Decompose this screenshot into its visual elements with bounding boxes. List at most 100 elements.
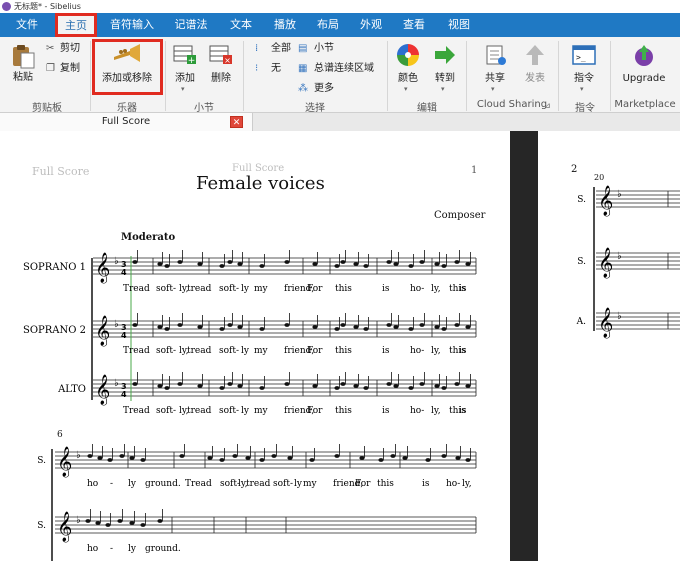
- score-page-2[interactable]: 2 20 𝄞 ♭ S. 𝄞 ♭ S. 𝄞 ♭ A.: [538, 131, 680, 561]
- tab-2[interactable]: 音符输入: [103, 13, 161, 37]
- commands-label: 指令: [574, 73, 594, 84]
- cloud-sharing-group-label: Cloud Sharing: [476, 99, 548, 110]
- select-system-passage-button[interactable]: ▦ 总谱连续区域: [298, 63, 380, 77]
- paste-button[interactable]: 粘贴: [6, 41, 40, 89]
- note-head: [334, 327, 340, 331]
- tab-6[interactable]: 布局: [309, 13, 347, 37]
- separator: [90, 41, 91, 111]
- title-bar: 无标题* - Sibelius: [0, 0, 680, 13]
- lyric: tread: [187, 406, 212, 416]
- goto-button[interactable]: 转到 ▾: [428, 41, 462, 97]
- publish-button[interactable]: 发表: [518, 41, 552, 89]
- lyric: this: [377, 479, 394, 489]
- note-head: [454, 382, 460, 386]
- add-bar-button[interactable]: + 添加 ▾: [169, 41, 201, 97]
- treble-clef: 𝄞: [95, 252, 110, 284]
- note-head: [390, 454, 396, 458]
- note-head: [465, 384, 471, 388]
- commands-button[interactable]: >_ 指令 ▾: [566, 41, 602, 97]
- upgrade-button[interactable]: Upgrade: [616, 41, 672, 91]
- marketplace-group-label: Marketplace: [614, 99, 676, 110]
- note-head: [465, 262, 471, 266]
- lyric: is: [459, 406, 467, 416]
- lyric: soft-: [219, 406, 239, 416]
- treble-clef: 𝄞: [598, 307, 613, 339]
- close-tab-button[interactable]: ✕: [230, 116, 243, 128]
- note-head: [334, 454, 340, 458]
- note-head: [157, 519, 163, 523]
- note-head: [419, 323, 425, 327]
- sibelius-logo-icon: [2, 2, 11, 11]
- lyric: soft-: [156, 346, 176, 356]
- note-head: [259, 386, 265, 390]
- treble-clef: 𝄞: [598, 185, 613, 217]
- staff-abbreviation: S.: [37, 456, 46, 466]
- tab-5[interactable]: 播放: [266, 13, 304, 37]
- note-head: [425, 458, 431, 462]
- lyric: Tread: [123, 284, 150, 294]
- time-signature: 4: [121, 390, 127, 399]
- tab-0[interactable]: 文件: [8, 13, 46, 37]
- note-head: [312, 262, 318, 266]
- select-all-button[interactable]: ⁞ 全部: [255, 43, 295, 57]
- separator: [558, 41, 559, 111]
- dropdown-arrow-icon: ▾: [580, 85, 584, 93]
- tab-4[interactable]: 文本: [222, 13, 260, 37]
- svg-text:+: +: [188, 56, 196, 65]
- trumpet-icon: [114, 44, 140, 62]
- lyric: is: [459, 284, 467, 294]
- note-head: [259, 458, 265, 462]
- add-remove-instruments-button[interactable]: 添加或移除: [93, 40, 161, 92]
- select-more-button[interactable]: ⁂ 更多: [298, 83, 340, 97]
- music-notation-page-2: 𝄞 ♭ S. 𝄞 ♭ S. 𝄞 ♭ A.: [576, 185, 680, 339]
- flat-key-signature: ♭: [617, 189, 622, 200]
- lyric: tread: [187, 346, 212, 356]
- lyric: ly: [294, 479, 303, 489]
- note-head: [419, 260, 425, 264]
- add-bar-label: 添加: [175, 73, 195, 84]
- share-button[interactable]: 共享 ▾: [478, 41, 512, 97]
- note-head: [284, 382, 290, 386]
- staff-abbreviation: S.: [37, 521, 46, 531]
- dialog-launcher-icon[interactable]: ⊿: [544, 100, 551, 112]
- lyric: ly: [241, 406, 250, 416]
- bar-number-6: 6: [57, 430, 63, 440]
- note-head: [340, 323, 346, 327]
- svg-text:>_: >_: [576, 53, 586, 62]
- tab-8[interactable]: 查看: [395, 13, 433, 37]
- tab-1[interactable]: 主页: [57, 15, 95, 37]
- add-remove-label: 添加或移除: [102, 73, 152, 84]
- paste-label: 粘贴: [13, 72, 33, 83]
- select-none-button[interactable]: ⁝ 无: [255, 63, 295, 77]
- select-all-icon: ⁞: [255, 43, 259, 54]
- copy-label: 复制: [60, 63, 80, 74]
- select-bar-button[interactable]: ▤ 小节: [298, 43, 338, 57]
- page-gap: [510, 131, 538, 561]
- tab-7[interactable]: 外观: [352, 13, 390, 37]
- note-head: [309, 458, 315, 462]
- note-head: [312, 384, 318, 388]
- lyric: is: [422, 479, 430, 489]
- tab-full-score[interactable]: Full Score: [0, 113, 253, 131]
- separator: [466, 41, 467, 111]
- score-page-1[interactable]: Full Score Full Score 1 Female voices Co…: [0, 131, 510, 561]
- delete-bar-button[interactable]: × 删除: [205, 41, 237, 89]
- note-head: [95, 521, 101, 525]
- note-head: [441, 327, 447, 331]
- note-head: [363, 386, 369, 390]
- lyric: soft-: [219, 284, 239, 294]
- note-head: [129, 521, 135, 525]
- note-head: [353, 384, 359, 388]
- flat-key-signature: ♭: [617, 311, 622, 322]
- note-head: [164, 327, 170, 331]
- cut-button[interactable]: ✂ 剪切: [46, 43, 88, 57]
- note-head: [455, 456, 461, 460]
- lyric: ly: [241, 346, 250, 356]
- note-head: [408, 327, 414, 331]
- tab-3[interactable]: 记谱法: [167, 13, 215, 37]
- copy-button[interactable]: ❐ 复制: [46, 63, 88, 77]
- tab-9[interactable]: 视图: [440, 13, 478, 37]
- more-icon: ⁂: [298, 83, 308, 94]
- color-button[interactable]: 颜色 ▾: [391, 41, 425, 97]
- note-head: [441, 264, 447, 268]
